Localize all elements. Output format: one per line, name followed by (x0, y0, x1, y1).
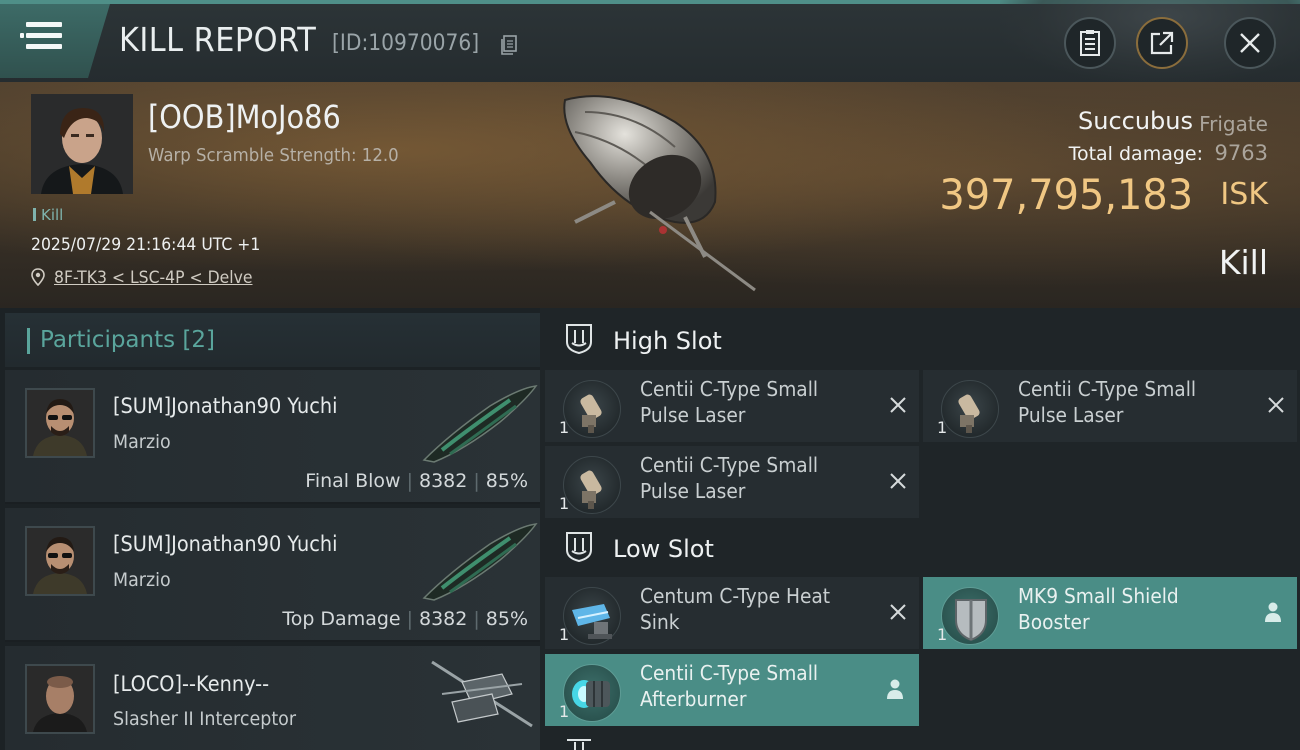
module-name: Centum C-Type Heat Sink (640, 584, 831, 634)
module-item[interactable]: 1 Centii C-Type Small Afterburner (545, 654, 919, 726)
participant-role: Top Damage (282, 608, 401, 630)
pulse-laser-icon (958, 394, 980, 433)
person-icon (887, 679, 903, 699)
heat-sink-icon (572, 604, 612, 639)
module-item[interactable]: 1 Centii C-Type Small Pulse Laser (545, 370, 919, 442)
participant-portrait (27, 390, 93, 456)
module-quantity: 1 (937, 625, 948, 644)
close-icon (1240, 33, 1260, 53)
page-title: KILL REPORT (119, 20, 317, 59)
x-icon (890, 397, 906, 413)
slot-shield-icon (567, 739, 591, 750)
avatar[interactable] (25, 526, 95, 596)
victim-ship-image (563, 95, 756, 292)
location-link[interactable]: 8F-TK3 < LSC-4P < Delve (54, 268, 252, 288)
clipboard-icon (1080, 30, 1100, 56)
close-button[interactable] (1224, 17, 1276, 69)
participant-name[interactable]: [LOCO]--Kenny-- (113, 672, 269, 696)
module-name: Centii C-Type Small Pulse Laser (640, 377, 819, 427)
participants-title: Participants [2] (40, 327, 215, 353)
participant-percent: 85% (485, 470, 528, 492)
module-item[interactable]: 1 Centii C-Type Small Pulse Laser (923, 370, 1297, 442)
pulse-laser-icon (580, 470, 602, 509)
person-icon (1265, 602, 1281, 622)
kill-datetime: 2025/07/29 21:16:44 UTC +1 (31, 235, 261, 255)
module-icon (563, 587, 621, 645)
participant-name[interactable]: [SUM]Jonathan90 Yuchi (113, 532, 337, 556)
module-quantity: 1 (559, 494, 570, 513)
participant-stats: Top Damage | 8382 | 85% (282, 608, 528, 630)
x-icon (1268, 397, 1284, 413)
slot-shield-icon (566, 532, 592, 562)
stat-divider: | (406, 608, 413, 630)
module-icon (563, 664, 621, 722)
participant-ship-image (422, 523, 538, 601)
afterburner-icon (572, 680, 610, 708)
module-item[interactable]: 1 Centum C-Type Heat Sink (545, 577, 919, 649)
avatar[interactable] (25, 388, 95, 458)
share-icon (1150, 31, 1174, 55)
slot-shield-icon (566, 324, 592, 354)
copy-icon[interactable] (500, 35, 518, 55)
module-quantity: 1 (937, 418, 948, 437)
module-quantity: 1 (559, 702, 570, 721)
module-quantity: 1 (559, 418, 570, 437)
total-damage-label: Total damage: (1068, 143, 1203, 165)
module-name: Centii C-Type Small Afterburner (640, 661, 819, 711)
module-icon (563, 456, 621, 514)
isk-unit: ISK (1220, 177, 1268, 212)
module-icon (941, 380, 999, 438)
shield-booster-icon (955, 599, 987, 642)
victim-name[interactable]: [OOB]MoJo86 (148, 98, 341, 136)
participant-portrait (27, 528, 93, 594)
result-label: Kill (1218, 243, 1268, 282)
participant-ship: Slasher II Interceptor (113, 708, 297, 730)
high-slot-title: High Slot (613, 327, 722, 355)
hamburger-icon[interactable] (20, 22, 62, 52)
participants-count: [2] (182, 327, 216, 353)
participant-ship: Marzio (113, 569, 171, 591)
participant-role: Final Blow (305, 470, 401, 492)
avatar (31, 94, 133, 194)
victim-ship-name[interactable]: Succubus (1078, 107, 1193, 135)
low-slot-title: Low Slot (613, 535, 714, 563)
participant-stats: Final Blow | 8382 | 85% (305, 470, 528, 492)
x-icon (890, 473, 906, 489)
participant-ship-image (422, 385, 538, 463)
module-icon (563, 380, 621, 438)
module-item[interactable]: 1 MK9 Small Shield Booster (923, 577, 1297, 649)
participant-portrait (27, 666, 93, 732)
participant-percent: 85% (485, 608, 528, 630)
clipboard-button[interactable] (1064, 17, 1116, 69)
warp-scramble-strength: Warp Scramble Strength: 12.0 (148, 145, 399, 166)
pulse-laser-icon (580, 394, 602, 433)
stat-divider: | (473, 608, 480, 630)
kill-tag: Kill (33, 206, 63, 224)
participant-damage: 8382 (419, 470, 468, 492)
module-name: Centii C-Type Small Pulse Laser (640, 453, 819, 503)
module-name: Centii C-Type Small Pulse Laser (1018, 377, 1197, 427)
x-icon (890, 604, 906, 620)
module-quantity: 1 (559, 625, 570, 644)
participant-ship: Marzio (113, 431, 171, 453)
avatar[interactable] (25, 664, 95, 734)
module-name: MK9 Small Shield Booster (1018, 584, 1179, 634)
module-item[interactable]: 1 Centii C-Type Small Pulse Laser (545, 446, 919, 518)
stat-divider: | (473, 470, 480, 492)
participant-name[interactable]: [SUM]Jonathan90 Yuchi (113, 394, 337, 418)
participant-ship-image (431, 660, 533, 728)
total-damage-value: 9763 (1214, 141, 1268, 165)
share-button[interactable] (1136, 17, 1188, 69)
stat-divider: | (406, 470, 413, 492)
participant-damage: 8382 (419, 608, 468, 630)
report-id: [ID:10970076] (332, 31, 480, 56)
location-pin-icon (31, 268, 45, 286)
isk-value: 397,795,183 (939, 170, 1193, 219)
module-icon (941, 587, 999, 645)
participants-title-text: Participants (40, 327, 176, 353)
victim-ship-class: Frigate (1199, 112, 1268, 136)
victim-portrait[interactable] (31, 94, 133, 194)
